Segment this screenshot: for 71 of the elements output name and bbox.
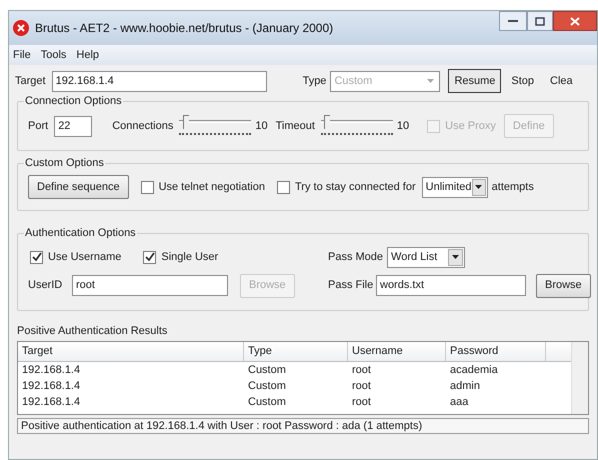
checkbox[interactable] [30, 250, 43, 264]
table-cell-text: root [351, 363, 372, 378]
input-field[interactable]: root [72, 275, 228, 296]
button[interactable]: Resume [448, 69, 502, 93]
input-field[interactable]: words.txt [376, 275, 526, 296]
checkbox-label: Use Proxy [445, 118, 496, 134]
checkbox-label: Use telnet negotiation [158, 180, 265, 195]
field-label: attempts [492, 180, 534, 195]
input-field[interactable]: 192.168.1.4 [52, 70, 267, 92]
slider[interactable] [320, 115, 393, 137]
maximize-button[interactable] [527, 11, 553, 31]
menu-item[interactable]: Tools [40, 46, 66, 64]
field-label: Type [302, 74, 326, 89]
dropdown-button[interactable] [448, 248, 464, 266]
section-label: Positive Authentication Results [17, 324, 168, 339]
button[interactable]: Stop [505, 69, 540, 93]
dropdown-arrow-icon [427, 79, 434, 83]
table-cell-text: root [351, 395, 372, 410]
window-title: Brutus - AET2 - www.hoobie.net/brutus - (January 2000) [35, 20, 334, 37]
table-cell-text: Custom [247, 395, 287, 410]
dropdown-button[interactable] [472, 178, 486, 196]
field-label: Port [28, 118, 48, 134]
scrollbar[interactable] [571, 342, 588, 414]
checkbox[interactable] [143, 250, 156, 264]
group-title: Custom Options [24, 156, 105, 170]
slider-value: 10 [255, 118, 268, 134]
menu-item[interactable]: File [13, 46, 31, 64]
column-header[interactable]: Password [446, 342, 546, 361]
column-header[interactable]: Username [348, 342, 446, 361]
table-cell-text: Custom [247, 363, 287, 378]
column-header[interactable]: Type [244, 342, 348, 361]
menu-item[interactable]: Help [76, 46, 100, 64]
app-icon [13, 20, 29, 36]
button[interactable]: Browse [536, 274, 591, 298]
maximize-icon [535, 16, 545, 26]
checkbox-label: Use Username [48, 250, 122, 265]
close-button[interactable] [553, 11, 597, 31]
dropdown-arrow-icon [475, 185, 482, 189]
field-label: Target [15, 74, 46, 89]
slider-value: 10 [396, 118, 410, 134]
field-label: Pass File [328, 278, 374, 294]
table-cell-text: 192.168.1.4 [21, 395, 82, 410]
group-title: Connection Options [24, 94, 123, 108]
button[interactable]: Define sequence [28, 175, 129, 199]
checkbox[interactable] [140, 180, 154, 194]
checkbox[interactable] [276, 180, 290, 194]
column-header[interactable]: Target [18, 342, 244, 361]
table-cell-text: 192.168.1.4 [21, 363, 82, 378]
table-cell-text: 192.168.1.4 [21, 379, 82, 394]
checkbox-label: Single User [161, 250, 218, 265]
button[interactable]: Clea [544, 69, 579, 93]
dropdown[interactable]: Word List [387, 246, 466, 268]
slider-label: Connections [112, 118, 174, 134]
table-cell-text: academia [449, 363, 499, 378]
input-field[interactable]: 22 [54, 116, 92, 136]
slider[interactable] [179, 115, 252, 137]
table-cell-text: Custom [247, 379, 287, 394]
minimize-icon [508, 19, 518, 23]
field-label: UserID [28, 278, 64, 294]
close-icon [570, 16, 580, 26]
minimize-button[interactable] [499, 11, 527, 31]
slider-label: Timeout [276, 118, 315, 134]
checkbox-label: Try to stay connected for [294, 180, 416, 195]
dropdown[interactable]: Unlimited [422, 176, 488, 198]
table-cell-text: admin [449, 379, 481, 394]
group-title: Authentication Options [24, 226, 137, 240]
field-label: Pass Mode [328, 250, 384, 265]
status-bar: Positive authentication at 192.168.1.4 with User : root Password : ada (1 attempts) [17, 418, 589, 434]
dropdown-arrow-icon [452, 255, 460, 259]
table-cell-text: root [351, 379, 372, 394]
table-cell-text: aaa [449, 395, 470, 410]
